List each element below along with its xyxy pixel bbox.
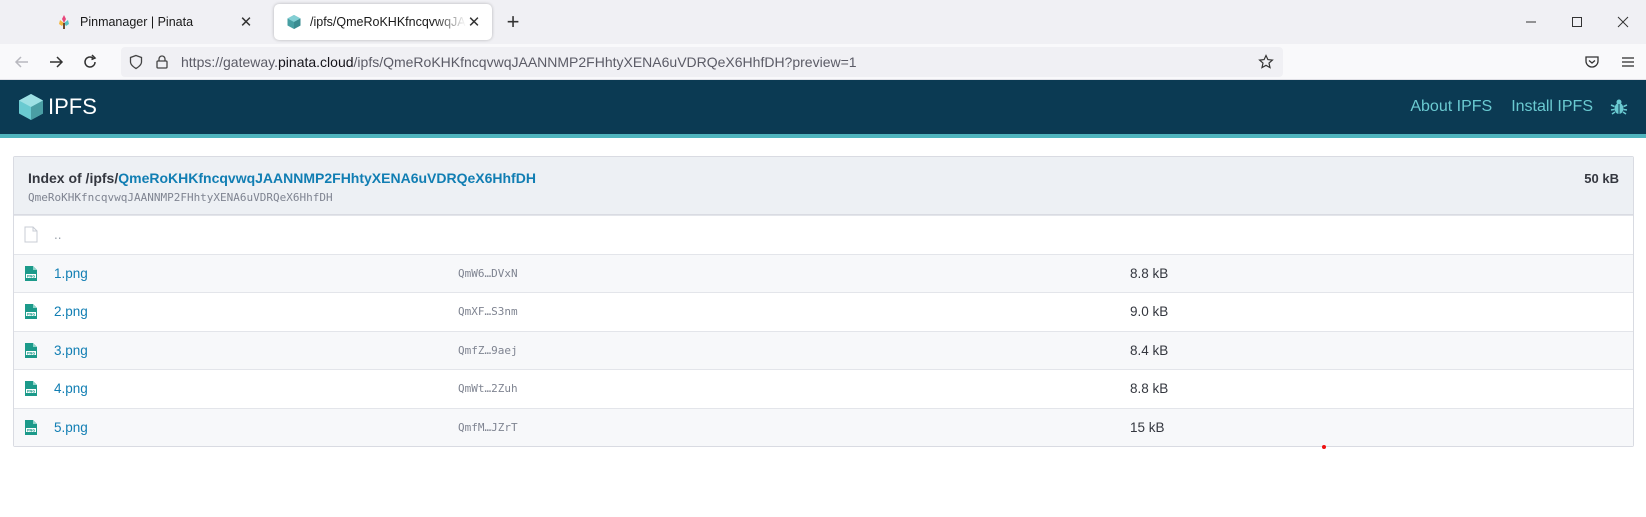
file-hash[interactable]: QmWt…2Zuh xyxy=(458,382,1130,395)
file-size: 9.0 kB xyxy=(1130,304,1169,320)
png-file-icon: PNG xyxy=(14,265,54,282)
parent-directory-link[interactable]: .. xyxy=(54,227,458,242)
file-size: 8.8 kB xyxy=(1130,381,1169,397)
forward-arrow-icon[interactable] xyxy=(39,48,73,76)
logo-text: IPFS xyxy=(48,94,97,119)
tab-close-icon[interactable]: ✕ xyxy=(466,14,482,31)
directory-cid: QmeRoKHKfncqvwqJAANNMP2FHhtyXENA6uVDRQeX… xyxy=(28,191,333,204)
window-controls xyxy=(1508,0,1646,44)
url-path: /ipfs/QmeRoKHKfncqvwqJAANNMP2FHhtyXENA6u… xyxy=(353,53,857,70)
file-name-link[interactable]: 5.png xyxy=(54,420,458,435)
back-arrow-icon[interactable] xyxy=(5,48,39,76)
file-icon xyxy=(14,226,54,243)
tab-title: Pinmanager | Pinata xyxy=(80,15,194,29)
tab-pinmanager[interactable]: Pinmanager | Pinata ✕ xyxy=(8,4,264,40)
svg-text:PNG: PNG xyxy=(27,274,35,278)
about-ipfs-link[interactable]: About IPFS xyxy=(1410,98,1492,116)
png-file-icon: PNG xyxy=(14,419,54,436)
file-hash[interactable]: QmfM…JZrT xyxy=(458,421,1130,434)
file-name-link[interactable]: 2.png xyxy=(54,304,458,319)
tab-close-icon[interactable]: ✕ xyxy=(238,14,254,31)
file-hash[interactable]: QmfZ…9aej xyxy=(458,344,1130,357)
reload-icon[interactable] xyxy=(73,48,107,76)
table-row[interactable]: PNG 3.png QmfZ…9aej 8.4 kB xyxy=(14,330,1633,369)
ipfs-cube-icon xyxy=(19,94,43,120)
parent-directory-row[interactable]: .. xyxy=(14,215,1633,254)
total-size: 50 kB xyxy=(1584,171,1619,186)
svg-text:PNG: PNG xyxy=(27,390,35,394)
header-links: About IPFS Install IPFS xyxy=(1391,98,1628,116)
directory-listing: Index of /ipfs/QmeRoKHKfncqvwqJAANNMP2FH… xyxy=(13,156,1634,447)
bookmark-star-icon[interactable] xyxy=(1249,53,1283,70)
cursor-dot xyxy=(1322,445,1326,449)
file-name-link[interactable]: 1.png xyxy=(54,266,458,281)
ipfs-header: IPFS About IPFS Install IPFS xyxy=(0,80,1646,138)
lock-icon[interactable] xyxy=(149,54,175,70)
navigation-bar: https://gateway.pinata.cloud/ipfs/QmeRoK… xyxy=(0,44,1646,80)
shield-icon[interactable] xyxy=(123,54,149,70)
ipfs-cube-icon xyxy=(287,15,301,29)
toolbar-right xyxy=(1574,54,1646,70)
listing-header: Index of /ipfs/QmeRoKHKfncqvwqJAANNMP2FH… xyxy=(14,157,1633,215)
table-row[interactable]: PNG 4.png QmWt…2Zuh 8.8 kB xyxy=(14,369,1633,408)
file-name-link[interactable]: 3.png xyxy=(54,343,458,358)
file-size: 8.8 kB xyxy=(1130,265,1169,281)
table-row[interactable]: PNG 2.png QmXF…S3nm 9.0 kB xyxy=(14,292,1633,331)
browser-tab-strip: Pinmanager | Pinata ✕ /ipfs/QmeRoKHKfncq… xyxy=(0,0,1646,44)
close-window-icon[interactable] xyxy=(1600,0,1646,44)
table-row[interactable]: PNG 1.png QmW6…DVxN 8.8 kB xyxy=(14,253,1633,292)
index-path: Index of /ipfs/QmeRoKHKfncqvwqJAANNMP2FH… xyxy=(28,170,1619,186)
svg-text:PNG: PNG xyxy=(27,351,35,355)
url-scheme: https://gateway. xyxy=(181,53,279,70)
png-file-icon: PNG xyxy=(14,342,54,359)
maximize-icon[interactable] xyxy=(1554,0,1600,44)
install-ipfs-link[interactable]: Install IPFS xyxy=(1511,98,1593,116)
file-size: 15 kB xyxy=(1130,419,1165,435)
minimize-icon[interactable] xyxy=(1508,0,1554,44)
tab-title: /ipfs/QmeRoKHKfncqvwqJAANNMP2FHhtyXENA6u… xyxy=(310,15,466,29)
url-text[interactable]: https://gateway.pinata.cloud/ipfs/QmeRoK… xyxy=(181,54,857,70)
file-size: 8.4 kB xyxy=(1130,342,1169,358)
file-name-link[interactable]: 4.png xyxy=(54,381,458,396)
url-host: pinata.cloud xyxy=(278,53,354,70)
pinata-icon xyxy=(59,15,69,29)
tab-ipfs[interactable]: /ipfs/QmeRoKHKfncqvwqJAANNMP2FHhtyXENA6u… xyxy=(274,4,492,40)
table-row[interactable]: PNG 5.png QmfM…JZrT 15 kB xyxy=(14,407,1633,446)
file-hash[interactable]: QmW6…DVxN xyxy=(458,267,1130,280)
address-bar[interactable]: https://gateway.pinata.cloud/ipfs/QmeRoK… xyxy=(121,46,1283,77)
png-file-icon: PNG xyxy=(14,303,54,320)
menu-icon[interactable] xyxy=(1610,54,1646,70)
ipfs-logo[interactable]: IPFS xyxy=(18,93,97,121)
file-hash[interactable]: QmXF…S3nm xyxy=(458,305,1130,318)
pocket-icon[interactable] xyxy=(1574,54,1610,70)
svg-text:PNG: PNG xyxy=(27,428,35,432)
svg-text:PNG: PNG xyxy=(27,313,35,317)
png-file-icon: PNG xyxy=(14,380,54,397)
new-tab-button[interactable]: + xyxy=(498,7,528,37)
bug-icon[interactable] xyxy=(1610,98,1628,116)
path-prefix: Index of /ipfs/ xyxy=(28,170,119,186)
path-cid-link[interactable]: QmeRoKHKfncqvwqJAANNMP2FHhtyXENA6uVDRQeX… xyxy=(118,170,536,186)
